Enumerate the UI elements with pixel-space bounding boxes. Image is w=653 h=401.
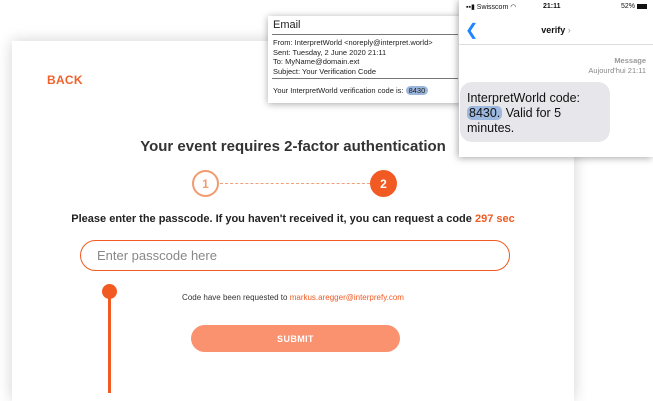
email-body-text: Your InterpretWorld verification code is… [273, 86, 404, 95]
pointer-line [108, 297, 111, 393]
status-time: 21:11 [543, 3, 561, 10]
prompt-text: Please enter the passcode. If you haven'… [71, 213, 472, 225]
email-code: 8430 [405, 86, 429, 95]
wifi-icon: ◠ [510, 4, 517, 11]
passcode-prompt: Please enter the passcode. If you haven'… [12, 213, 574, 225]
battery-status: 52% [621, 3, 647, 10]
carrier-name: Swisscom [476, 4, 509, 11]
signal-icon: ▪▪▮ [466, 4, 475, 11]
code-requested-note: Code have been requested to markus.aregg… [12, 293, 574, 302]
requested-text: Code have been requested to [182, 293, 288, 302]
email-body: Your InterpretWorld verification code is… [273, 86, 429, 95]
step-1-indicator: 1 [192, 170, 219, 197]
sms-code: 8430. [467, 106, 503, 120]
submit-button[interactable]: SUBMIT [191, 325, 400, 352]
requested-email: markus.aregger@interprefy.com [289, 293, 404, 302]
thread-title: verify [541, 25, 566, 35]
message-meta: Message Aujourd'hui 21:11 [588, 56, 646, 76]
phone-sms-screen: ▪▪▮ Swisscom ◠ 21:11 52% ❮ verify › Mess… [459, 0, 653, 157]
carrier-label: ▪▪▮ Swisscom ◠ [466, 3, 516, 11]
meta-time: Aujourd'hui 21:11 [588, 66, 646, 75]
header-divider [459, 44, 653, 45]
email-headers: From: InterpretWorld <noreply@interpret.… [272, 34, 458, 79]
passcode-input[interactable] [80, 240, 510, 271]
status-bar: ▪▪▮ Swisscom ◠ 21:11 52% [459, 3, 653, 15]
sms-bubble: InterpretWorld code: 8430. Valid for 5 m… [460, 82, 610, 142]
step-2-indicator: 2 [370, 170, 397, 197]
battery-percent: 52% [620, 3, 635, 10]
sms-text-1: InterpretWorld code: [467, 91, 581, 105]
chevron-right-icon: › [567, 25, 571, 35]
resend-timer[interactable]: 297 sec [475, 213, 515, 225]
pointer-dot [102, 284, 117, 299]
email-to: To: MyName@domain.ext [273, 57, 360, 66]
email-from: From: InterpretWorld <noreply@interpret.… [273, 38, 433, 47]
thread-header[interactable]: verify › [459, 25, 653, 35]
email-window: Email From: InterpretWorld <noreply@inte… [268, 16, 462, 103]
step-connector [220, 183, 370, 184]
back-link[interactable]: BACK [47, 73, 83, 87]
email-window-title: Email [273, 19, 301, 31]
email-sent: Sent: Tuesday, 2 June 2020 21:11 [273, 47, 387, 57]
meta-label: Message [614, 56, 646, 65]
email-subject: Subject: Your Verification Code [273, 66, 376, 76]
battery-icon [637, 3, 647, 9]
